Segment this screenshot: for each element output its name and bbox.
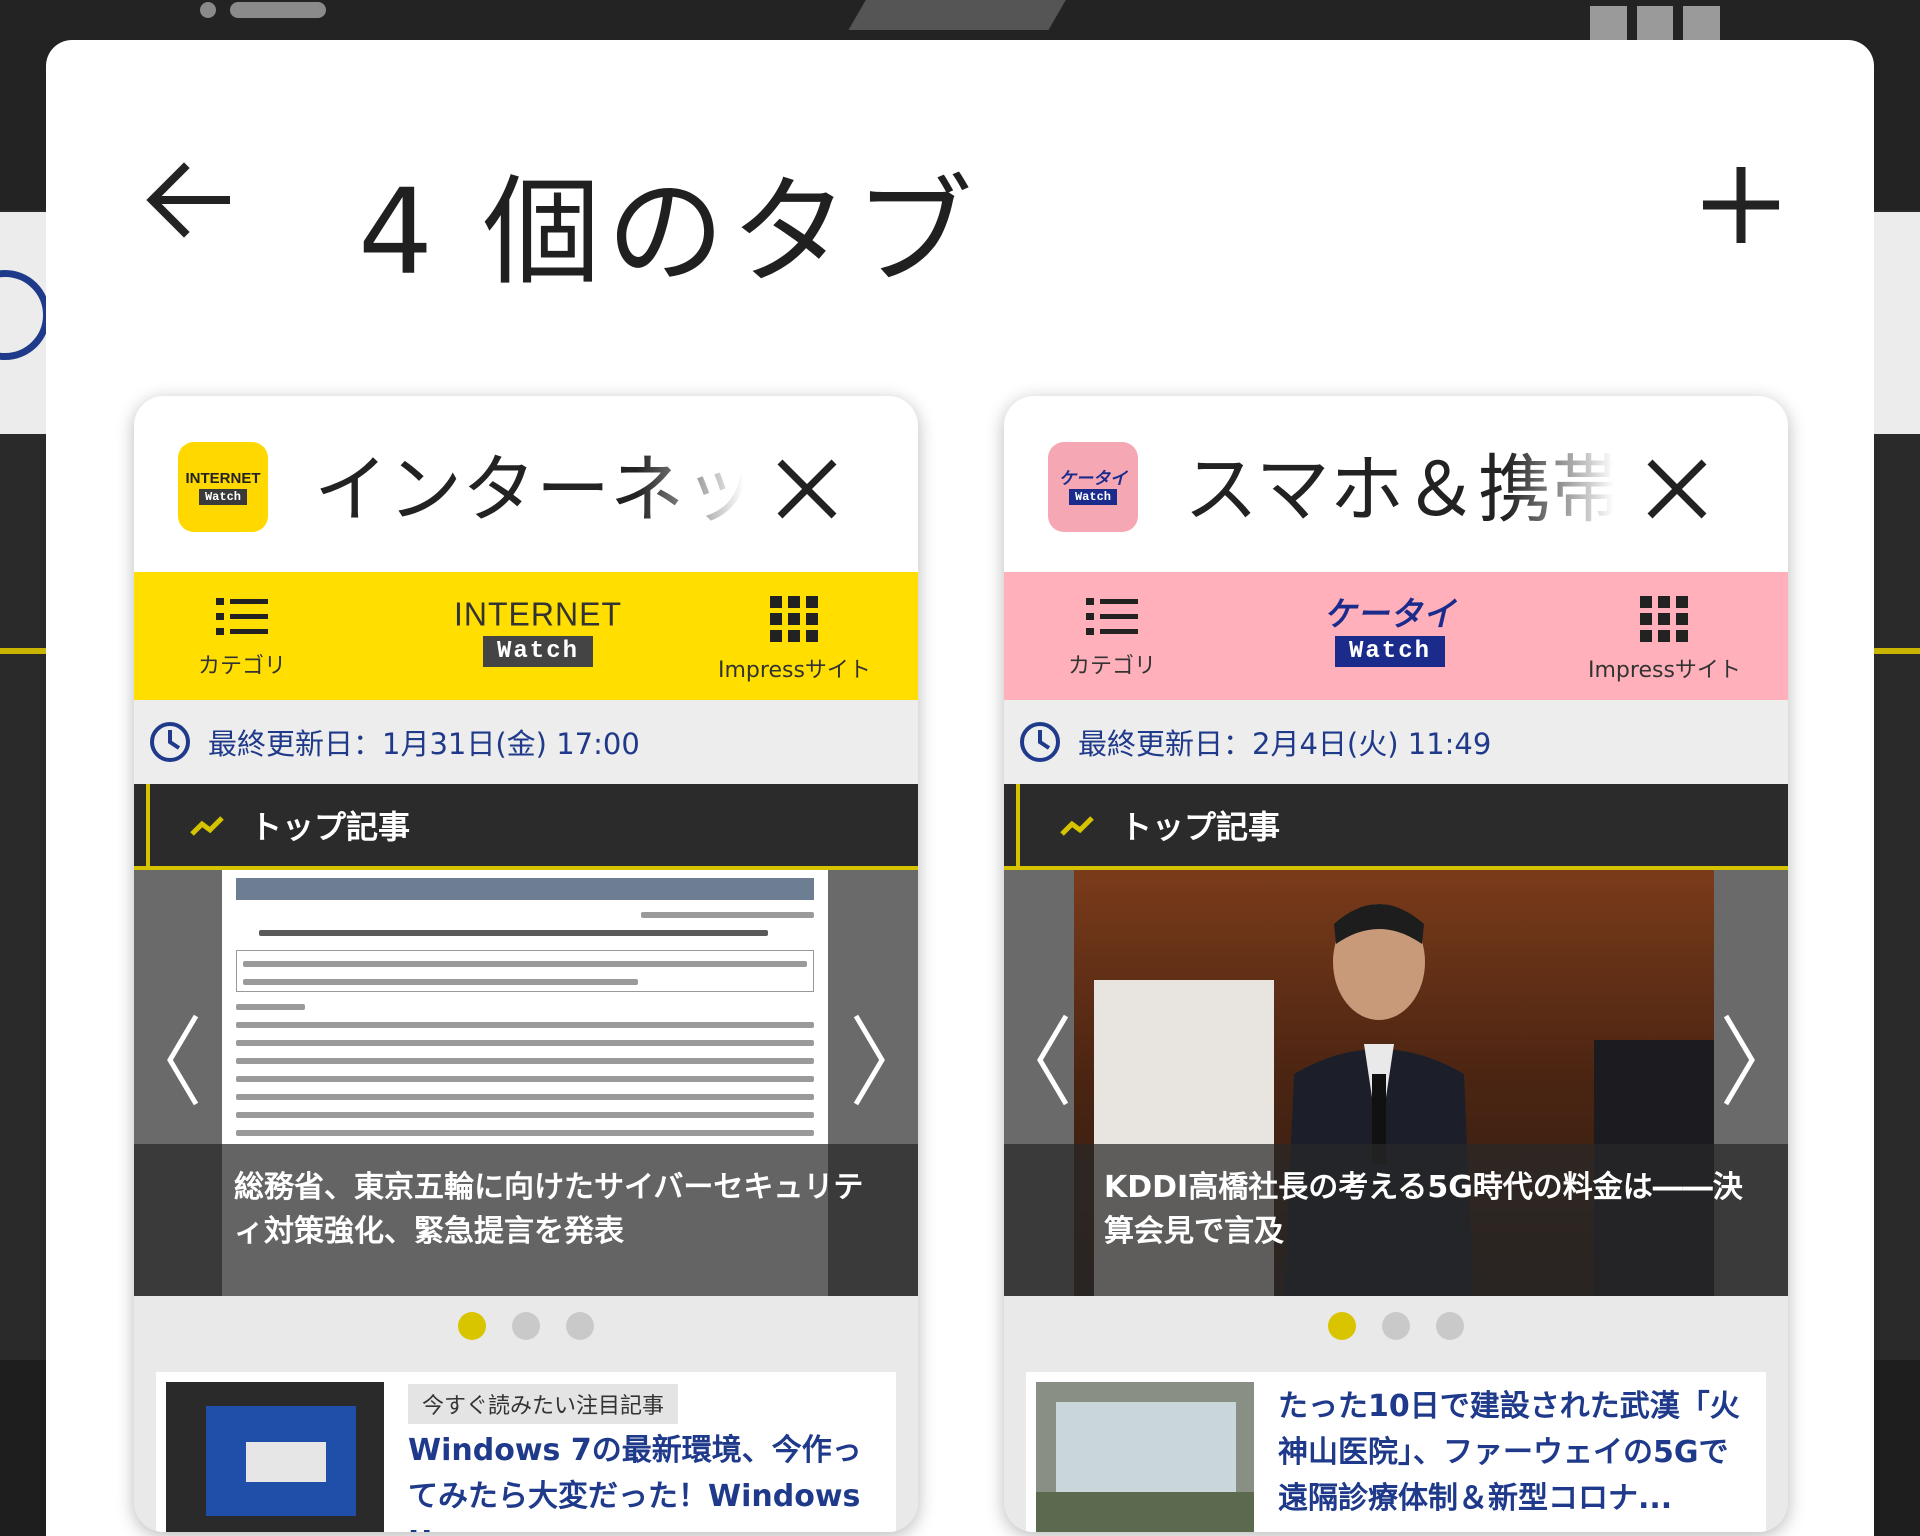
site-nav-bar: カテゴリ INTERNET Watch Impressサイト (134, 572, 918, 700)
logo-text-bottom: Watch (482, 636, 593, 667)
background-grid-icon (1590, 6, 1720, 40)
carousel-dot (1436, 1312, 1464, 1340)
site-logo: ケータイ Watch (1324, 595, 1457, 667)
menu-list-icon (1086, 598, 1138, 635)
tab-preview: カテゴリ INTERNET Watch Impressサイト 最終更新日：1月3… (134, 572, 918, 1532)
last-updated-text: 最終更新日：2月4日(火) 11:49 (1078, 727, 1492, 761)
tab-card-internet-watch[interactable]: INTERNET Watch インターネット カテゴリ (134, 396, 918, 1532)
slide-caption-text: 総務省、東京五輪に向けたサイバーセキュリティ対策強化、緊急提言を発表 (234, 1170, 864, 1249)
carousel-dot (1382, 1312, 1410, 1340)
back-button[interactable] (128, 140, 248, 260)
category-menu: カテゴリ (198, 596, 286, 680)
logo-text-top: INTERNET (454, 595, 622, 633)
favicon-text-bottom: Watch (1068, 488, 1117, 505)
top-articles-label: トップ記事 (250, 808, 411, 846)
top-articles-header: トップ記事 (134, 784, 918, 870)
background-indicator-pill (230, 2, 326, 18)
last-updated-row: 最終更新日：1月31日(金) 17:00 (134, 700, 918, 784)
article-thumbnail (166, 1382, 384, 1532)
carousel-dot (1328, 1312, 1356, 1340)
tab-card-header: ケータイ Watch スマホ＆携帯 (1004, 396, 1788, 572)
featured-article: 今すぐ読みたい注目記事 Windows 7の最新環境、今作ってみたら大変だった！… (156, 1372, 896, 1532)
close-icon (777, 459, 837, 519)
favicon-text-bottom: Watch (198, 488, 247, 505)
category-label: カテゴリ (198, 654, 287, 679)
tab-count-title: 4 個のタブ (358, 163, 979, 301)
favicon-text-top: INTERNET (185, 469, 261, 487)
article-tag: 今すぐ読みたい注目記事 (408, 1384, 679, 1424)
site-favicon: INTERNET Watch (178, 442, 268, 532)
tab-title: スマホ＆携帯 (1184, 447, 1614, 533)
top-articles-header: トップ記事 (1004, 784, 1788, 870)
carousel-prev-button (154, 1010, 214, 1110)
site-favicon: ケータイ Watch (1048, 442, 1138, 532)
article-title: Windows 7の最新環境、今作ってみたら大変だった！Windows U... (408, 1433, 862, 1532)
arrow-left-icon (146, 162, 230, 238)
carousel-dot (566, 1312, 594, 1340)
slide-caption: KDDI高橋社長の考える5G時代の料金は――決算会見で言及 (1004, 1144, 1788, 1296)
carousel-dot (512, 1312, 540, 1340)
tab-title: インターネット (314, 447, 744, 533)
last-updated-text: 最終更新日：1月31日(金) 17:00 (208, 727, 640, 761)
carousel-prev-button (1024, 1010, 1084, 1110)
trending-icon (190, 816, 224, 836)
grid-icon (1640, 596, 1689, 642)
article-title: たった10日で建設された武漢「火神山医院」、ファーウェイの5Gで遠隔診療体制＆新… (1278, 1389, 1740, 1516)
tab-card-keitai-watch[interactable]: ケータイ Watch スマホ＆携帯 カテゴリ ケータイ Watch Impres… (1004, 396, 1788, 1532)
tab-card-header: INTERNET Watch インターネット (134, 396, 918, 572)
carousel-dots (1004, 1312, 1788, 1352)
clock-icon (1020, 722, 1060, 762)
chevron-right-icon (853, 1014, 885, 1106)
chevron-right-icon (1723, 1014, 1755, 1106)
slide-caption: 総務省、東京五輪に向けたサイバーセキュリティ対策強化、緊急提言を発表 (134, 1144, 918, 1296)
clock-icon (150, 722, 190, 762)
close-tab-button[interactable] (1632, 444, 1722, 534)
close-icon (1647, 459, 1707, 519)
close-tab-button[interactable] (762, 444, 852, 534)
carousel-next-button (838, 1010, 898, 1110)
menu-list-icon (216, 598, 268, 635)
top-articles-label: トップ記事 (1120, 808, 1281, 846)
background-logo (848, 0, 1072, 30)
last-updated-row: 最終更新日：2月4日(火) 11:49 (1004, 700, 1788, 784)
impress-sites-label: Impressサイト (718, 658, 871, 683)
new-tab-button[interactable] (1686, 150, 1796, 260)
carousel-dots (134, 1312, 918, 1352)
logo-text-bottom: Watch (1335, 636, 1446, 667)
trending-icon (1060, 816, 1094, 836)
chevron-left-icon (1037, 1014, 1069, 1106)
top-articles-carousel: 総務省、東京五輪に向けたサイバーセキュリティ対策強化、緊急提言を発表 (134, 870, 918, 1296)
impress-sites-label: Impressサイト (1588, 658, 1741, 683)
logo-text-top: ケータイ (1324, 595, 1457, 633)
site-logo: INTERNET Watch (454, 595, 622, 667)
tab-preview: カテゴリ ケータイ Watch Impressサイト 最終更新日：2月4日(火)… (1004, 572, 1788, 1532)
grid-icon (770, 596, 819, 642)
background-indicator-dot (200, 2, 216, 18)
carousel-dot (458, 1312, 486, 1340)
slide-caption-text: KDDI高橋社長の考える5G時代の料金は――決算会見で言及 (1104, 1170, 1743, 1249)
category-menu: カテゴリ (1068, 596, 1156, 680)
chevron-left-icon (167, 1014, 199, 1106)
impress-sites-menu: Impressサイト (718, 596, 871, 684)
tab-switcher-sheet: 4 個のタブ INTERNET Watch インターネット (46, 40, 1874, 1536)
featured-article: たった10日で建設された武漢「火神山医院」、ファーウェイの5Gで遠隔診療体制＆新… (1026, 1372, 1766, 1532)
favicon-text-top: ケータイ (1059, 468, 1127, 488)
article-thumbnail (1036, 1382, 1254, 1532)
category-label: カテゴリ (1068, 654, 1157, 679)
carousel-next-button (1708, 1010, 1768, 1110)
tab-switcher-header: 4 個のタブ (46, 40, 1874, 301)
top-articles-carousel: KDDI高橋社長の考える5G時代の料金は――決算会見で言及 (1004, 870, 1788, 1296)
site-nav-bar: カテゴリ ケータイ Watch Impressサイト (1004, 572, 1788, 700)
impress-sites-menu: Impressサイト (1588, 596, 1741, 684)
plus-icon (1703, 167, 1779, 243)
